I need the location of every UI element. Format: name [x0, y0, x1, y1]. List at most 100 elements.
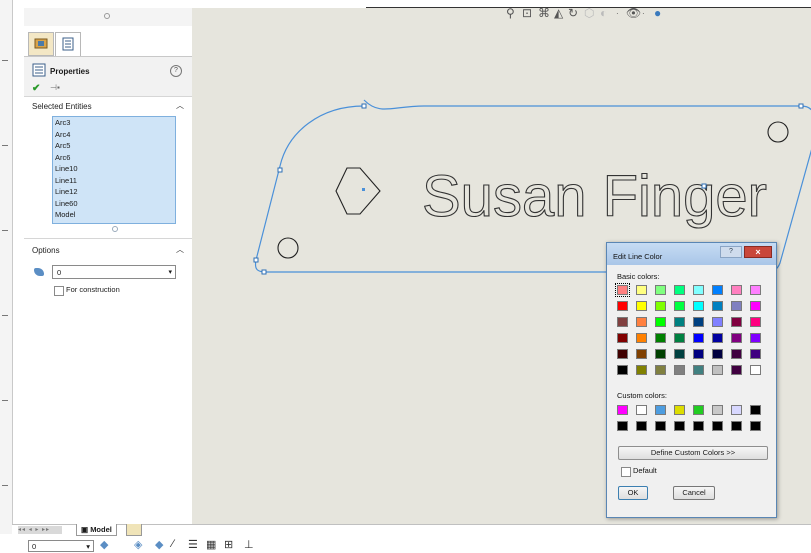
- basic-color-swatch[interactable]: [731, 365, 742, 375]
- ok-button[interactable]: OK: [618, 486, 648, 500]
- list-item[interactable]: Line12: [53, 186, 175, 198]
- list-item[interactable]: Arc3: [53, 117, 175, 129]
- basic-color-swatch[interactable]: [731, 349, 742, 359]
- list-item[interactable]: Line10: [53, 163, 175, 175]
- checkmark-icon[interactable]: ✔: [32, 83, 40, 94]
- define-custom-colors-button[interactable]: Define Custom Colors >>: [618, 446, 768, 460]
- custom-color-swatch[interactable]: [655, 405, 666, 415]
- list-item[interactable]: Line60: [53, 198, 175, 210]
- basic-color-swatch[interactable]: [731, 317, 742, 327]
- basic-color-swatch[interactable]: [731, 285, 742, 295]
- color-display-mode-icon[interactable]: ▦: [206, 538, 216, 551]
- for-construction-checkbox[interactable]: [54, 286, 64, 296]
- custom-color-swatch[interactable]: [636, 405, 647, 415]
- chevron-up-icon[interactable]: ︿: [176, 100, 184, 111]
- custom-color-swatch[interactable]: [674, 405, 685, 415]
- basic-color-swatch[interactable]: [674, 349, 685, 359]
- basic-color-swatch[interactable]: [750, 349, 761, 359]
- basic-color-swatch[interactable]: [750, 317, 761, 327]
- line-color-icon[interactable]: ◆: [100, 538, 108, 551]
- chevron-up-icon[interactable]: ︿: [176, 244, 184, 255]
- custom-color-swatch[interactable]: [617, 421, 628, 431]
- basic-color-swatch[interactable]: [617, 301, 628, 311]
- basic-color-swatch[interactable]: [674, 285, 685, 295]
- basic-color-swatch[interactable]: [617, 365, 628, 375]
- basic-color-swatch[interactable]: [674, 365, 685, 375]
- list-resize-handle[interactable]: [112, 226, 118, 232]
- basic-color-swatch[interactable]: [693, 365, 704, 375]
- basic-color-swatch[interactable]: [750, 285, 761, 295]
- cancel-button[interactable]: Cancel: [673, 486, 715, 500]
- custom-color-swatch[interactable]: [731, 421, 742, 431]
- line-font-icon[interactable]: ⊞: [224, 538, 233, 551]
- options-title[interactable]: Options: [32, 246, 60, 255]
- selected-entities-list[interactable]: Arc3 Arc4 Arc5 Arc6 Line10 Line11 Line12…: [52, 116, 176, 224]
- basic-color-swatch[interactable]: [674, 333, 685, 343]
- list-item[interactable]: Model: [53, 209, 175, 221]
- basic-color-swatch[interactable]: [693, 333, 704, 343]
- basic-color-swatch[interactable]: [693, 317, 704, 327]
- dialog-titlebar[interactable]: Edit Line Color ? ×: [607, 243, 776, 265]
- basic-color-swatch[interactable]: [617, 317, 628, 327]
- dialog-close-button[interactable]: ×: [744, 246, 772, 258]
- basic-color-swatch[interactable]: [655, 301, 666, 311]
- tab-property-manager[interactable]: [55, 32, 81, 56]
- line-style-icon[interactable]: ∕: [172, 538, 174, 550]
- selected-entities-title[interactable]: Selected Entities: [32, 102, 92, 111]
- basic-color-swatch[interactable]: [693, 285, 704, 295]
- list-item[interactable]: Line11: [53, 175, 175, 187]
- layer-properties-icon[interactable]: ◈: [134, 538, 142, 551]
- custom-color-swatch[interactable]: [636, 421, 647, 431]
- basic-color-swatch[interactable]: [615, 283, 630, 297]
- list-item[interactable]: Arc6: [53, 152, 175, 164]
- help-icon[interactable]: ?: [170, 65, 182, 77]
- basic-color-swatch[interactable]: [655, 333, 666, 343]
- basic-color-swatch[interactable]: [693, 301, 704, 311]
- basic-color-swatch[interactable]: [636, 365, 647, 375]
- basic-color-swatch[interactable]: [674, 317, 685, 327]
- pin-icon[interactable]: ⊣▪: [50, 83, 60, 92]
- tab-model[interactable]: ▣ Model: [76, 524, 117, 536]
- dialog-help-button[interactable]: ?: [720, 246, 742, 258]
- custom-color-swatch[interactable]: [693, 405, 704, 415]
- basic-color-swatch[interactable]: [712, 365, 723, 375]
- layer-combo[interactable]: 0 ▾: [28, 540, 94, 552]
- custom-color-swatch[interactable]: [617, 405, 628, 415]
- sketch-text[interactable]: Susan Finger: [421, 163, 767, 229]
- basic-color-swatch[interactable]: [750, 301, 761, 311]
- custom-color-swatch[interactable]: [674, 421, 685, 431]
- default-checkbox[interactable]: [621, 467, 631, 477]
- basic-color-swatch[interactable]: [636, 333, 647, 343]
- list-item[interactable]: Arc4: [53, 129, 175, 141]
- basic-color-swatch[interactable]: [712, 333, 723, 343]
- basic-color-swatch[interactable]: [712, 285, 723, 295]
- basic-color-swatch[interactable]: [636, 349, 647, 359]
- basic-color-swatch[interactable]: [636, 317, 647, 327]
- layer-select[interactable]: 0 ▾: [52, 265, 176, 279]
- basic-color-swatch[interactable]: [655, 365, 666, 375]
- basic-color-swatch[interactable]: [636, 301, 647, 311]
- basic-color-swatch[interactable]: [712, 317, 723, 327]
- list-item[interactable]: Arc5: [53, 140, 175, 152]
- line-color-icon[interactable]: [34, 268, 44, 276]
- basic-color-swatch[interactable]: [693, 349, 704, 359]
- basic-color-swatch[interactable]: [655, 317, 666, 327]
- custom-color-swatch[interactable]: [750, 421, 761, 431]
- align-icon[interactable]: ⊥: [244, 538, 254, 551]
- basic-color-swatch[interactable]: [636, 285, 647, 295]
- custom-color-swatch[interactable]: [750, 405, 761, 415]
- basic-color-swatch[interactable]: [750, 333, 761, 343]
- line-thickness-icon[interactable]: ☰: [188, 538, 198, 551]
- panel-grip[interactable]: [24, 8, 192, 26]
- basic-color-swatch[interactable]: [617, 333, 628, 343]
- basic-color-swatch[interactable]: [674, 301, 685, 311]
- basic-color-swatch[interactable]: [731, 301, 742, 311]
- basic-color-swatch[interactable]: [655, 349, 666, 359]
- line-color-icon[interactable]: ◆: [155, 538, 163, 551]
- tab-motion-study[interactable]: [126, 524, 142, 536]
- custom-color-swatch[interactable]: [731, 405, 742, 415]
- custom-color-swatch[interactable]: [712, 421, 723, 431]
- custom-color-swatch[interactable]: [693, 421, 704, 431]
- basic-color-swatch[interactable]: [731, 333, 742, 343]
- basic-color-swatch[interactable]: [712, 301, 723, 311]
